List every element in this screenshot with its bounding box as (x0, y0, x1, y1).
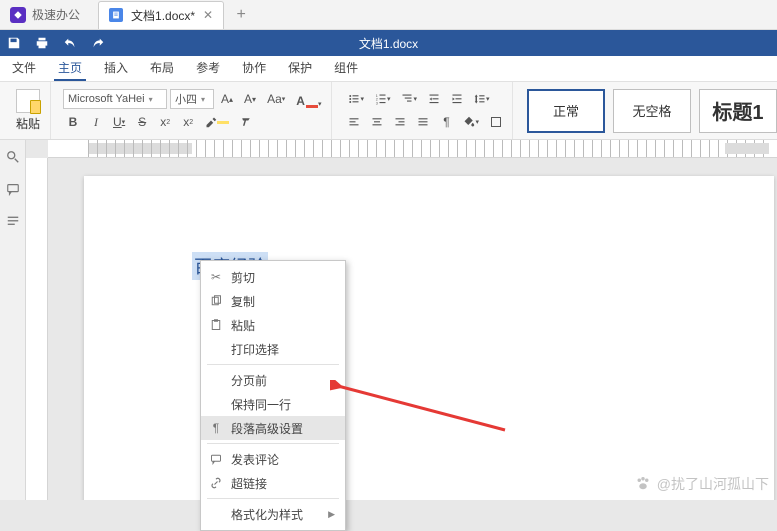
app-name: 极速办公 (32, 6, 80, 23)
paste-icon (209, 318, 223, 332)
copy-icon (209, 294, 223, 308)
borders-button[interactable] (486, 112, 506, 132)
context-menu: ✂剪切 复制 粘贴 打印选择 分页前 保持同一行 ¶段落高级设置 发表评论 超链… (200, 260, 346, 531)
title-bar: 极速办公 文档1.docx* ✕ + (0, 0, 777, 30)
line-spacing-button[interactable]: ▾ (470, 89, 494, 109)
align-center-button[interactable] (367, 112, 387, 132)
app-icon (10, 7, 26, 23)
indent-button[interactable] (447, 89, 467, 109)
svg-text:3: 3 (376, 101, 378, 105)
align-right-button[interactable] (390, 112, 410, 132)
ctx-paste[interactable]: 粘贴 (201, 313, 345, 337)
tab-home[interactable]: 主页 (54, 56, 86, 81)
doc-icon (109, 8, 123, 22)
comments-rail-button[interactable] (4, 180, 22, 198)
highlight-button[interactable] (201, 112, 233, 132)
align-justify-button[interactable] (413, 112, 433, 132)
tab-file[interactable]: 文件 (8, 56, 40, 81)
font-name-select[interactable]: Microsoft YaHei▾ (63, 89, 167, 109)
shading-button[interactable]: ▾ (459, 112, 483, 132)
change-case-button[interactable]: Aa▾ (263, 89, 289, 109)
tab-reference[interactable]: 参考 (192, 56, 224, 81)
redo-button[interactable] (84, 30, 112, 56)
ctx-separator (207, 364, 339, 365)
ctx-format-as-style[interactable]: 格式化为样式▶ (201, 502, 345, 526)
style-nospace[interactable]: 无空格 (613, 89, 691, 133)
vertical-ruler[interactable] (26, 158, 48, 500)
superscript-button[interactable]: x2 (155, 112, 175, 132)
ctx-keep-same-line[interactable]: 保持同一行 (201, 392, 345, 416)
print-button[interactable] (28, 30, 56, 56)
number-list-button[interactable]: 123▾ (371, 89, 395, 109)
ctx-print-selection[interactable]: 打印选择 (201, 337, 345, 361)
close-tab-icon[interactable]: ✕ (203, 8, 213, 22)
font-color-button[interactable]: A▾ (292, 89, 325, 109)
link-icon (209, 476, 223, 490)
save-button[interactable] (0, 30, 28, 56)
paste-icon (16, 89, 40, 113)
tab-collab[interactable]: 协作 (238, 56, 270, 81)
bullet-list-button[interactable]: ▾ (344, 89, 368, 109)
ribbon: 粘贴 Microsoft YaHei▾ 小四▾ A▴ A▾ Aa▾ A▾ B I… (0, 82, 777, 140)
window-title: 文档1.docx (0, 35, 777, 52)
paste-label: 粘贴 (16, 115, 40, 132)
paragraph-mark-button[interactable]: ¶ (436, 112, 456, 132)
tab-insert[interactable]: 插入 (100, 56, 132, 81)
headings-rail-button[interactable] (4, 212, 22, 230)
strike-button[interactable]: S (132, 112, 152, 132)
chevron-right-icon: ▶ (328, 509, 335, 520)
ctx-hyperlink[interactable]: 超链接 (201, 471, 345, 495)
ctx-separator (207, 498, 339, 499)
ribbon-paragraph-group: ▾ 123▾ ▾ ▾ ¶ ▾ (338, 82, 513, 139)
underline-button[interactable]: U▾ (109, 112, 129, 132)
bold-button[interactable]: B (63, 112, 83, 132)
ctx-separator (207, 443, 339, 444)
ribbon-styles-group: 正常 无空格 标题1 (519, 82, 777, 139)
watermark: @扰了山河孤山下 (634, 474, 769, 494)
pilcrow-icon: ¶ (209, 421, 223, 435)
document-viewport[interactable]: 百度经验 (26, 140, 777, 500)
ctx-page-break-before[interactable]: 分页前 (201, 368, 345, 392)
document-tab-title: 文档1.docx* (131, 7, 195, 24)
tab-protect[interactable]: 保护 (284, 56, 316, 81)
left-rail (0, 140, 26, 500)
ctx-paragraph-advanced[interactable]: ¶段落高级设置 (201, 416, 345, 440)
tab-component[interactable]: 组件 (330, 56, 362, 81)
search-rail-button[interactable] (4, 148, 22, 166)
menu-tabs: 文件 主页 插入 布局 参考 协作 保护 组件 (0, 56, 777, 82)
app-badge: 极速办公 (0, 6, 90, 23)
work-area: 百度经验 (0, 140, 777, 500)
document-tab[interactable]: 文档1.docx* ✕ (98, 1, 224, 29)
page-canvas[interactable]: 百度经验 (84, 176, 774, 500)
align-left-button[interactable] (344, 112, 364, 132)
undo-button[interactable] (56, 30, 84, 56)
grow-font-button[interactable]: A▴ (217, 89, 237, 109)
new-tab-button[interactable]: + (228, 2, 254, 28)
style-normal[interactable]: 正常 (527, 89, 605, 133)
tab-layout[interactable]: 布局 (146, 56, 178, 81)
horizontal-ruler[interactable] (48, 140, 777, 158)
ribbon-font-group: Microsoft YaHei▾ 小四▾ A▴ A▾ Aa▾ A▾ B I U▾… (57, 82, 332, 139)
outdent-button[interactable] (424, 89, 444, 109)
shrink-font-button[interactable]: A▾ (240, 89, 260, 109)
watermark-text: @扰了山河孤山下 (657, 474, 769, 494)
italic-button[interactable]: I (86, 112, 106, 132)
style-heading1[interactable]: 标题1 (699, 89, 777, 133)
comment-icon (209, 452, 223, 466)
ribbon-clipboard-group: 粘贴 (6, 82, 51, 139)
paw-icon (634, 475, 652, 493)
subscript-button[interactable]: x2 (178, 112, 198, 132)
multilevel-list-button[interactable]: ▾ (397, 89, 421, 109)
clear-format-button[interactable] (236, 112, 256, 132)
font-size-select[interactable]: 小四▾ (170, 89, 214, 109)
cut-icon: ✂ (209, 270, 223, 284)
ctx-copy[interactable]: 复制 (201, 289, 345, 313)
ctx-cut[interactable]: ✂剪切 (201, 265, 345, 289)
ctx-add-comment[interactable]: 发表评论 (201, 447, 345, 471)
paste-button[interactable]: 粘贴 (12, 87, 44, 134)
quick-access-bar: 文档1.docx (0, 30, 777, 56)
